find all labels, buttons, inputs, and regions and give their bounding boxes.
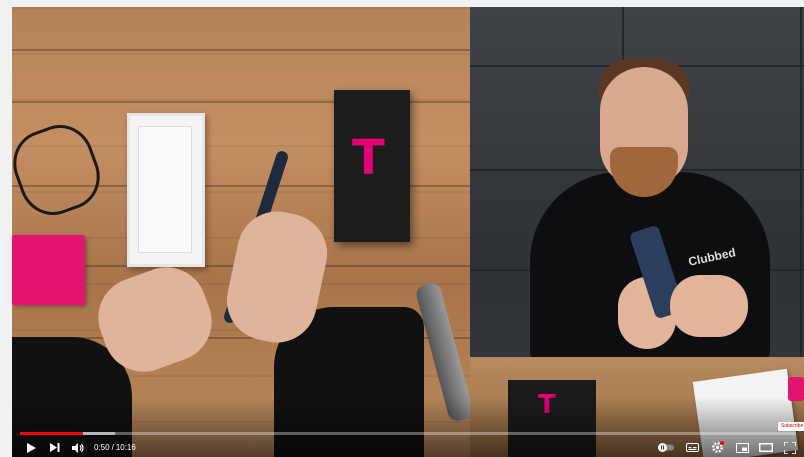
open-phone-box [127, 113, 205, 267]
wall-seam [800, 7, 802, 357]
theater-icon [759, 443, 773, 452]
tmobile-phone-box: T [334, 90, 410, 242]
autoplay-toggle-icon [658, 443, 674, 452]
play-icon [26, 442, 36, 453]
play-button[interactable] [24, 440, 38, 455]
player-controls: 0:50/10:16 [12, 438, 804, 457]
captions-button[interactable] [684, 440, 700, 455]
time-display: 0:50/10:16 [94, 443, 136, 452]
video-scene-left: T [12, 7, 475, 457]
usb-cable [12, 115, 110, 225]
autoplay-toggle[interactable] [657, 440, 675, 455]
mute-button[interactable] [71, 440, 85, 455]
next-button[interactable] [48, 440, 62, 455]
progress-played [20, 432, 83, 435]
time-separator: / [111, 443, 114, 452]
video-player[interactable]: T Clubbed T [12, 7, 804, 457]
settings-icon [711, 441, 724, 453]
fullscreen-icon [784, 441, 796, 454]
page-frame: T Clubbed T [0, 0, 804, 457]
theater-mode-button[interactable] [758, 440, 774, 455]
wood-seam [12, 49, 470, 51]
settings-button[interactable] [709, 440, 725, 455]
current-time: 0:50 [94, 443, 110, 452]
pink-box [12, 235, 85, 305]
miniplayer-icon [735, 442, 749, 453]
duration: 10:16 [115, 443, 136, 452]
captions-icon [685, 443, 699, 452]
volume-icon [72, 442, 84, 453]
person-right-hand [670, 275, 748, 337]
video-scene-right: Clubbed T [470, 7, 804, 457]
subscribe-watermark[interactable]: Subscribe [778, 422, 804, 431]
progress-bar[interactable] [20, 432, 796, 435]
next-icon [50, 443, 60, 452]
tmobile-logo: T [352, 130, 385, 186]
fullscreen-button[interactable] [782, 440, 798, 455]
miniplayer-button[interactable] [734, 440, 750, 455]
